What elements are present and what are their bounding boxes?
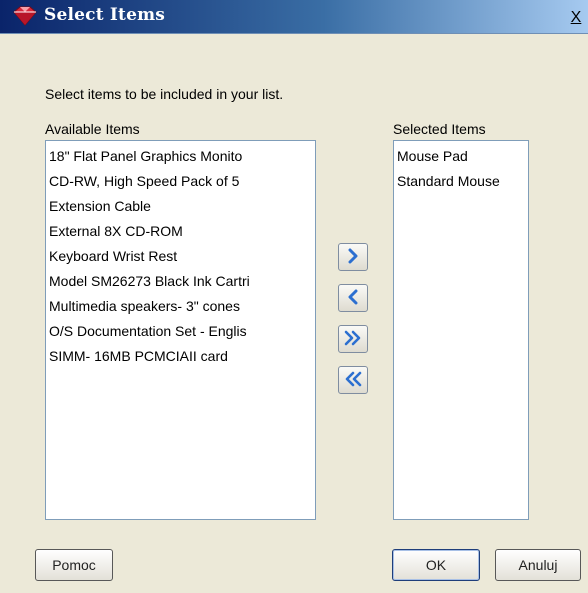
chevron-right-icon bbox=[344, 248, 362, 267]
instruction-text: Select items to be included in your list… bbox=[45, 86, 284, 102]
move-left-button[interactable] bbox=[338, 284, 368, 312]
list-item[interactable]: External 8X CD-ROM bbox=[46, 219, 315, 244]
double-chevron-left-icon bbox=[344, 371, 362, 390]
double-chevron-right-icon bbox=[344, 330, 362, 349]
list-item[interactable]: Keyboard Wrist Rest bbox=[46, 244, 315, 269]
available-items-label: Available Items bbox=[45, 121, 140, 137]
gem-app-icon bbox=[12, 6, 38, 26]
selected-items-list[interactable]: Mouse Pad Standard Mouse bbox=[393, 140, 529, 520]
available-items-list[interactable]: 18" Flat Panel Graphics Monito CD-RW, Hig… bbox=[45, 140, 316, 520]
ok-button[interactable]: OK bbox=[392, 549, 480, 581]
help-button-label: Pomoc bbox=[52, 557, 96, 573]
list-item[interactable]: O/S Documentation Set - Englis bbox=[46, 319, 315, 344]
list-item[interactable]: CD-RW, High Speed Pack of 5 bbox=[46, 169, 315, 194]
list-item[interactable]: Multimedia speakers- 3" cones bbox=[46, 294, 315, 319]
ok-button-label: OK bbox=[425, 557, 447, 573]
list-item[interactable]: Model SM26273 Black Ink Cartri bbox=[46, 269, 315, 294]
move-all-right-button[interactable] bbox=[338, 325, 368, 353]
help-button[interactable]: Pomoc bbox=[35, 549, 113, 581]
selected-items-label: Selected Items bbox=[393, 121, 486, 137]
cancel-button-label: Anuluj bbox=[518, 557, 558, 573]
list-item[interactable]: Standard Mouse bbox=[394, 169, 528, 194]
close-button[interactable]: X bbox=[568, 9, 584, 27]
list-item[interactable]: SIMM- 16MB PCMCIAII card bbox=[46, 344, 315, 369]
title-bar[interactable]: Select Items X bbox=[0, 0, 588, 34]
list-item[interactable]: Extension Cable bbox=[46, 194, 315, 219]
chevron-left-icon bbox=[344, 289, 362, 308]
list-item[interactable]: Mouse Pad bbox=[394, 144, 528, 169]
cancel-button[interactable]: Anuluj bbox=[495, 549, 581, 581]
window-title: Select Items bbox=[44, 5, 166, 25]
move-right-button[interactable] bbox=[338, 243, 368, 271]
move-all-left-button[interactable] bbox=[338, 366, 368, 394]
list-item[interactable]: 18" Flat Panel Graphics Monito bbox=[46, 144, 315, 169]
